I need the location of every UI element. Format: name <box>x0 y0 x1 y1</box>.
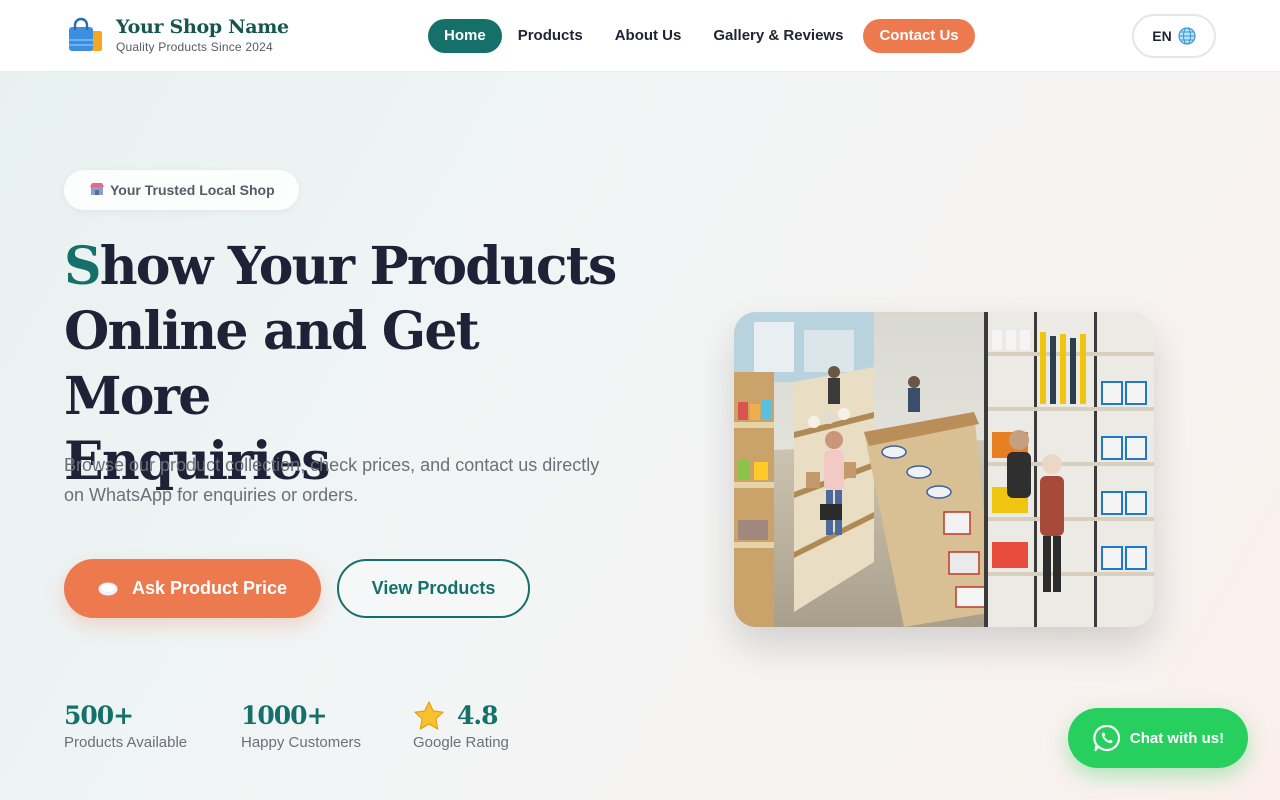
shop-interior-photo <box>734 312 1154 627</box>
ask-product-price-button[interactable]: Ask Product Price <box>64 559 321 618</box>
trusted-shop-badge: Your Trusted Local Shop <box>64 170 299 210</box>
stat-value: 1000+ <box>241 701 328 730</box>
stat-label: Google Rating <box>413 734 509 751</box>
nav-gallery-reviews[interactable]: Gallery & Reviews <box>697 19 859 53</box>
stat-label: Products Available <box>64 734 188 751</box>
stat-value-row: 4.8 <box>413 700 509 732</box>
star-icon <box>414 701 444 730</box>
language-selector[interactable]: EN <box>1132 14 1216 58</box>
stat-customers: 1000+ Happy Customers <box>241 700 361 751</box>
badge-text: Your Trusted Local Shop <box>110 182 275 198</box>
rating-value: 4.8 <box>457 701 498 730</box>
nav-contact-us-button[interactable]: Contact Us <box>863 19 975 53</box>
hero-subtext: Browse our product collection, check pri… <box>64 455 600 505</box>
nav-home[interactable]: Home <box>428 19 502 53</box>
headline-accent-letter: S <box>64 236 102 297</box>
shopping-bag-icon <box>69 17 102 51</box>
logo[interactable]: Your Shop Name Quality Products Since 20… <box>66 16 289 55</box>
chat-bubble-icon <box>98 582 118 595</box>
shop-name: Your Shop Name <box>116 16 289 38</box>
stat-products: 500+ Products Available <box>64 700 187 751</box>
store-icon <box>90 182 104 198</box>
shop-tagline: Quality Products Since 2024 <box>116 40 273 54</box>
ask-product-price-label: Ask Product Price <box>131 578 288 598</box>
globe-icon <box>1178 27 1196 45</box>
stat-value: 500+ <box>64 701 134 730</box>
stat-label: Happy Customers <box>241 734 362 751</box>
whatsapp-chat-button[interactable]: Chat with us! <box>1068 708 1248 768</box>
language-code: EN <box>1152 28 1172 44</box>
nav-products[interactable]: Products <box>502 19 599 53</box>
whatsapp-icon <box>1093 724 1120 752</box>
view-products-button[interactable]: View Products <box>337 559 530 618</box>
stat-rating: 4.8 Google Rating <box>413 700 509 751</box>
whatsapp-chat-label: Chat with us! <box>1129 729 1225 747</box>
site-header: Your Shop Name Quality Products Since 20… <box>0 0 1280 72</box>
headline-line-2: Online and Get More <box>64 301 480 427</box>
nav-about-us[interactable]: About Us <box>599 19 698 53</box>
headline-line-1: how Your Products <box>99 236 617 297</box>
main-nav: Home Products About Us Gallery & Reviews… <box>428 19 975 53</box>
